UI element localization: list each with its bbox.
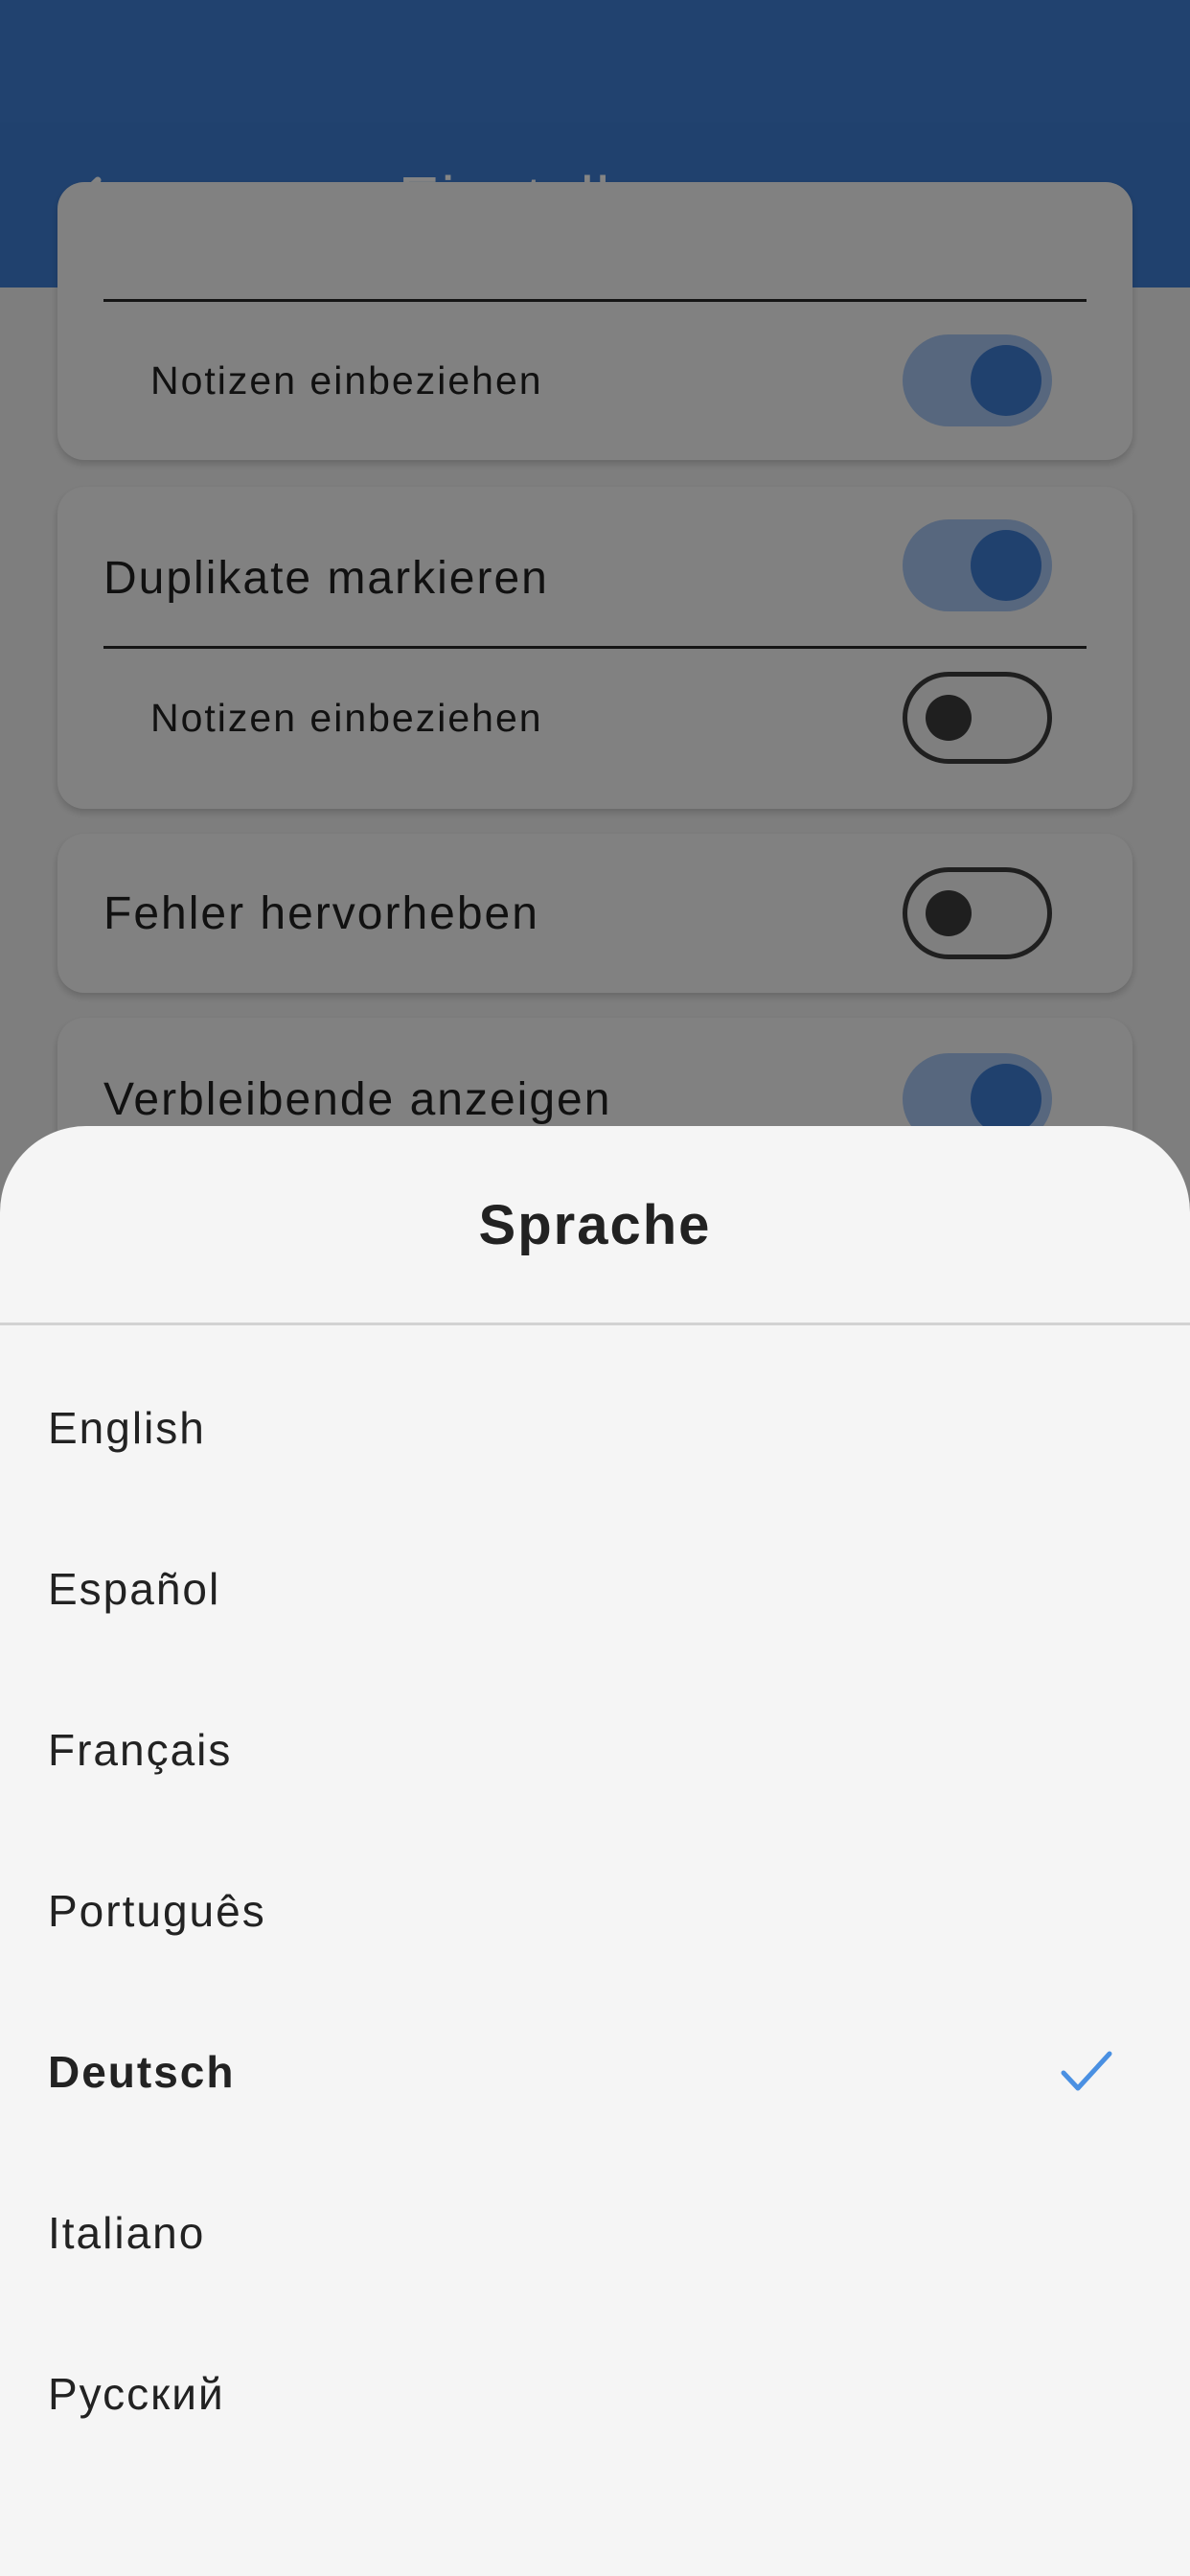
checkmark-icon bbox=[1061, 2051, 1112, 2091]
language-option-french[interactable]: Français bbox=[0, 1669, 1190, 1830]
language-label: Português bbox=[48, 1886, 266, 1936]
language-label: Deutsch bbox=[48, 2047, 236, 2097]
language-label: Italiano bbox=[48, 2208, 206, 2258]
language-label: Русский bbox=[48, 2369, 225, 2419]
language-option-russian[interactable]: Русский bbox=[0, 2313, 1190, 2474]
language-label: Español bbox=[48, 1564, 221, 1614]
language-label: English bbox=[48, 1403, 206, 1453]
language-option-german[interactable]: Deutsch bbox=[0, 1991, 1190, 2152]
language-option-portuguese[interactable]: Português bbox=[0, 1830, 1190, 1991]
language-bottom-sheet: Sprache English Español Français Portugu… bbox=[0, 1126, 1190, 2576]
language-label: Français bbox=[48, 1725, 233, 1775]
language-option-italian[interactable]: Italiano bbox=[0, 2152, 1190, 2313]
language-option-spanish[interactable]: Español bbox=[0, 1508, 1190, 1669]
divider bbox=[0, 1322, 1190, 1325]
language-option-english[interactable]: English bbox=[0, 1347, 1190, 1508]
sheet-title: Sprache bbox=[478, 1193, 712, 1256]
